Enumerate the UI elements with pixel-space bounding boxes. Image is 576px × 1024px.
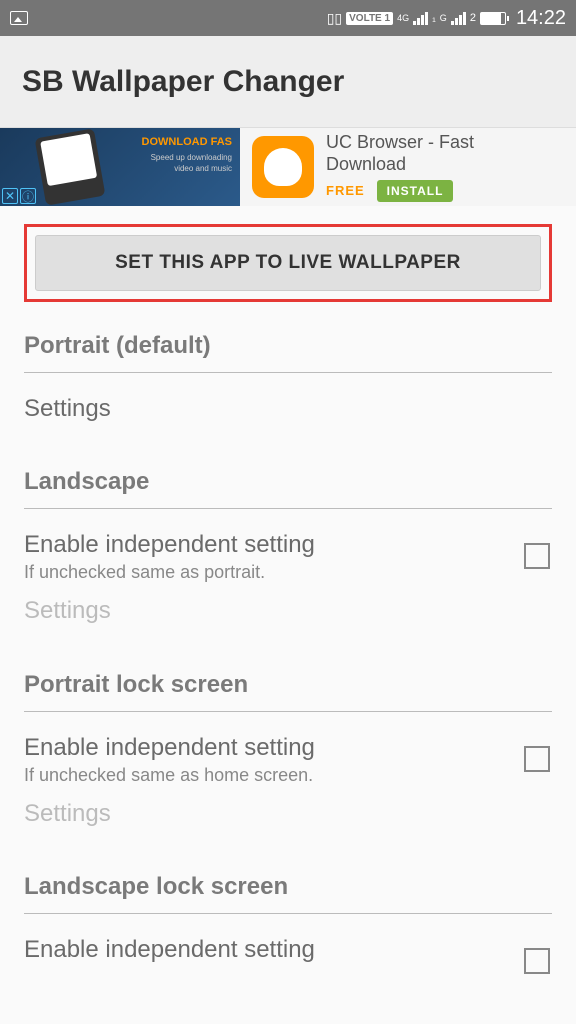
highlight-box: SET THIS APP TO LIVE WALLPAPER (24, 224, 552, 302)
battery-icon (480, 12, 506, 25)
settings-row: Settings (24, 792, 552, 835)
ad-left-sub1: Speed up downloading (151, 153, 232, 162)
ad-install-button[interactable]: INSTALL (377, 180, 454, 202)
sim-icon: ₁ (432, 12, 436, 24)
clock: 14:22 (516, 7, 566, 30)
status-right: ▯▯ VOLTE 1 4G ₁ G 2 14:22 (327, 7, 566, 30)
section-title: Landscape lock screen (24, 873, 552, 914)
picture-icon (10, 11, 28, 25)
setting-label: Enable independent setting (24, 529, 524, 560)
app-title: SB Wallpaper Changer (22, 65, 344, 99)
vibrate-icon: ▯▯ (327, 10, 342, 27)
content: SET THIS APP TO LIVE WALLPAPER Portrait … (0, 206, 576, 980)
section-portrait-lock: Portrait lock screen Enable independent … (24, 671, 552, 835)
checkbox[interactable] (524, 746, 550, 772)
ad-left-creative: DOWNLOAD FAS Speed up downloading video … (0, 128, 240, 206)
section-landscape-lock: Landscape lock screen Enable independent… (24, 873, 552, 980)
status-left (10, 11, 28, 25)
signal-bars-2 (451, 11, 466, 25)
checkbox[interactable] (524, 543, 550, 569)
ad-close-icon[interactable]: ✕ (2, 188, 18, 204)
settings-row[interactable]: Settings (24, 387, 552, 430)
checkbox[interactable] (524, 948, 550, 974)
settings-row: Settings (24, 589, 552, 632)
setting-label: Enable independent setting (24, 732, 524, 763)
set-live-wallpaper-button[interactable]: SET THIS APP TO LIVE WALLPAPER (35, 235, 541, 291)
squirrel-icon (264, 148, 302, 186)
network-3: G (440, 13, 447, 23)
enable-independent-row[interactable]: Enable independent setting If unchecked … (24, 523, 552, 589)
setting-label: Settings (24, 798, 552, 829)
ad-left-sub2: video and music (174, 164, 232, 173)
setting-sublabel: If unchecked same as portrait. (24, 562, 524, 583)
setting-label: Settings (24, 393, 552, 424)
setting-label: Settings (24, 595, 552, 626)
signal-bars-1 (413, 11, 428, 25)
status-bar: ▯▯ VOLTE 1 4G ₁ G 2 14:22 (0, 0, 576, 36)
network-1: 4G (397, 13, 409, 23)
ad-right: UC Browser - Fast Download FREE INSTALL (326, 132, 576, 201)
ad-left-title: DOWNLOAD FAS (142, 136, 232, 148)
section-title: Landscape (24, 468, 552, 509)
setting-sublabel: If unchecked same as home screen. (24, 765, 524, 786)
enable-independent-row[interactable]: Enable independent setting If unchecked … (24, 726, 552, 792)
section-title: Portrait lock screen (24, 671, 552, 712)
ad-price: FREE (326, 183, 365, 198)
ad-phone-graphic (35, 128, 106, 205)
ad-app-icon (252, 136, 314, 198)
volte-badge: VOLTE 1 (346, 12, 393, 25)
sim-2: 2 (470, 12, 476, 24)
app-header: SB Wallpaper Changer (0, 36, 576, 128)
ad-info-icon[interactable]: ⓘ (20, 188, 36, 204)
ad-app-name: UC Browser - Fast Download (326, 132, 558, 175)
section-title: Portrait (default) (24, 332, 552, 373)
enable-independent-row[interactable]: Enable independent setting (24, 928, 552, 980)
ad-banner[interactable]: DOWNLOAD FAS Speed up downloading video … (0, 128, 576, 206)
section-portrait: Portrait (default) Settings (24, 332, 552, 430)
setting-label: Enable independent setting (24, 934, 524, 965)
section-landscape: Landscape Enable independent setting If … (24, 468, 552, 632)
ad-info-icons[interactable]: ✕ ⓘ (2, 188, 36, 204)
